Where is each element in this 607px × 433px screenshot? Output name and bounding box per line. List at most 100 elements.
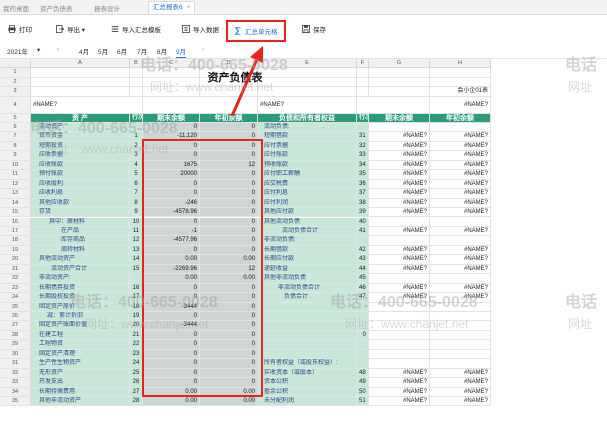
liability-label[interactable] — [258, 321, 357, 331]
row-header[interactable]: 1 — [0, 68, 31, 78]
liability-label[interactable]: 流动负债: — [258, 123, 357, 133]
ending-balance-cell[interactable]: #NAME? — [369, 170, 430, 180]
line-number[interactable] — [357, 302, 369, 312]
ending-balance-cell[interactable]: 0 — [143, 368, 200, 379]
opening-balance-cell[interactable]: #NAME? — [430, 255, 491, 265]
row-header[interactable]: 15 — [0, 208, 31, 218]
liability-label[interactable]: 所有者权益（或股东权益）: — [258, 359, 357, 369]
line-number[interactable]: 38 — [357, 198, 369, 209]
line-number[interactable] — [130, 274, 143, 284]
month-item[interactable]: 5月 — [98, 46, 108, 56]
line-number[interactable]: 51 — [357, 397, 369, 407]
ending-balance-cell[interactable] — [369, 349, 430, 360]
empty-cell[interactable] — [200, 87, 258, 97]
line-number[interactable]: 18 — [130, 302, 143, 312]
ending-balance-cell[interactable]: 0.00 — [143, 397, 200, 407]
opening-balance-cell[interactable]: 0 — [200, 151, 258, 161]
opening-balance-cell[interactable] — [430, 217, 491, 227]
opening-balance-cell[interactable]: 0 — [200, 340, 258, 350]
ending-balance-cell[interactable]: #NAME? — [369, 368, 430, 379]
ending-balance-cell[interactable] — [369, 340, 430, 350]
line-number[interactable]: 17 — [130, 293, 143, 303]
column-header[interactable]: G — [369, 59, 430, 68]
ending-balance-cell[interactable]: 0 — [143, 293, 200, 303]
column-title-ending-balance[interactable]: 期末余额 — [369, 113, 430, 123]
opening-balance-cell[interactable]: 0 — [200, 368, 258, 379]
line-number[interactable]: 49 — [357, 378, 369, 388]
opening-balance-cell[interactable] — [430, 236, 491, 246]
tab-my-desktop[interactable]: 我的桌面 — [3, 3, 29, 13]
opening-balance-cell[interactable]: #NAME? — [430, 245, 491, 256]
empty-cell[interactable] — [430, 68, 491, 78]
opening-balance-cell[interactable]: 0 — [200, 179, 258, 190]
row-header[interactable]: 20 — [0, 255, 31, 265]
liability-label[interactable]: 其他流动负债 — [258, 217, 357, 227]
opening-balance-cell[interactable]: #NAME? — [430, 368, 491, 379]
opening-balance-cell[interactable]: 0.00 — [200, 387, 258, 398]
row-header[interactable]: 6 — [0, 123, 31, 133]
line-number[interactable]: 27 — [130, 387, 143, 398]
liability-label[interactable] — [258, 349, 357, 360]
ending-balance-cell[interactable]: #NAME? — [369, 283, 430, 294]
asset-label[interactable]: 固定资产清理 — [31, 349, 130, 360]
export-button[interactable]: 导出 ▾ — [56, 24, 85, 38]
line-number[interactable]: 12 — [130, 236, 143, 246]
ending-balance-cell[interactable] — [369, 330, 430, 341]
opening-balance-cell[interactable] — [430, 312, 491, 322]
import-data-button[interactable]: 导入数据 — [182, 24, 219, 38]
line-number[interactable] — [357, 349, 369, 360]
row-header[interactable]: 28 — [0, 330, 31, 341]
liability-label[interactable]: 应交税费 — [258, 179, 357, 190]
name-cell[interactable]: #NAME? — [31, 96, 143, 114]
ending-balance-cell[interactable]: 0.00 — [143, 274, 200, 284]
row-header[interactable]: 24 — [0, 293, 31, 303]
ending-balance-cell[interactable]: 0 — [143, 141, 200, 152]
ending-balance-cell[interactable]: 0 — [143, 189, 200, 199]
line-number[interactable]: 40 — [357, 217, 369, 227]
ending-balance-cell[interactable]: -4577.96 — [143, 236, 200, 246]
opening-balance-cell[interactable]: #NAME? — [430, 198, 491, 209]
ending-balance-cell[interactable]: 0.00 — [143, 387, 200, 398]
opening-balance-cell[interactable]: 0 — [200, 302, 258, 312]
line-number[interactable]: 34 — [357, 160, 369, 171]
asset-label[interactable]: 流动资产合计 — [31, 264, 130, 275]
line-number[interactable]: 10 — [130, 217, 143, 227]
asset-label[interactable]: 应收利息 — [31, 189, 130, 199]
row-header[interactable]: 34 — [0, 387, 31, 398]
line-number[interactable]: 26 — [130, 378, 143, 388]
ending-balance-cell[interactable]: 20000 — [143, 170, 200, 180]
liability-label[interactable]: 应付利润 — [258, 198, 357, 209]
opening-balance-cell[interactable]: #NAME? — [430, 283, 491, 294]
asset-label[interactable]: 其中：原材料 — [31, 217, 130, 227]
asset-label[interactable]: 周转材料 — [31, 245, 130, 256]
ending-balance-cell[interactable]: #NAME? — [369, 293, 430, 303]
ending-balance-cell[interactable]: #NAME? — [369, 132, 430, 142]
ending-balance-cell[interactable] — [369, 312, 430, 322]
liability-label[interactable]: 流动负债合计 — [258, 226, 357, 237]
column-title-line-no[interactable]: 行次 — [357, 113, 369, 123]
line-number[interactable]: 36 — [357, 179, 369, 190]
row-header[interactable]: 30 — [0, 349, 31, 360]
line-number[interactable]: 25 — [130, 368, 143, 379]
row-header[interactable]: 25 — [0, 302, 31, 312]
line-number[interactable]: 37 — [357, 189, 369, 199]
summarize-cells-button[interactable]: 汇总单元格 — [226, 20, 286, 42]
ending-balance-cell[interactable] — [369, 236, 430, 246]
line-number[interactable]: 20 — [130, 321, 143, 331]
asset-label[interactable]: 固定资产原价 — [31, 302, 130, 312]
empty-cell[interactable] — [430, 77, 491, 87]
opening-balance-cell[interactable]: #NAME? — [430, 397, 491, 407]
ending-balance-cell[interactable]: 0 — [143, 283, 200, 294]
ending-balance-cell[interactable]: #NAME? — [369, 198, 430, 209]
liability-label[interactable]: 预收账款 — [258, 160, 357, 171]
ending-balance-cell[interactable]: #NAME? — [369, 141, 430, 152]
liability-label[interactable]: 短期借款 — [258, 132, 357, 142]
opening-balance-cell[interactable] — [430, 359, 491, 369]
line-number[interactable] — [357, 312, 369, 322]
opening-balance-cell[interactable]: #NAME? — [430, 378, 491, 388]
opening-balance-cell[interactable]: 0.00 — [200, 274, 258, 284]
opening-balance-cell[interactable]: 0.00 — [200, 255, 258, 265]
asset-label[interactable]: 减：累计折旧 — [31, 312, 130, 322]
ending-balance-cell[interactable]: -3444 — [143, 302, 200, 312]
line-number[interactable]: 43 — [357, 255, 369, 265]
